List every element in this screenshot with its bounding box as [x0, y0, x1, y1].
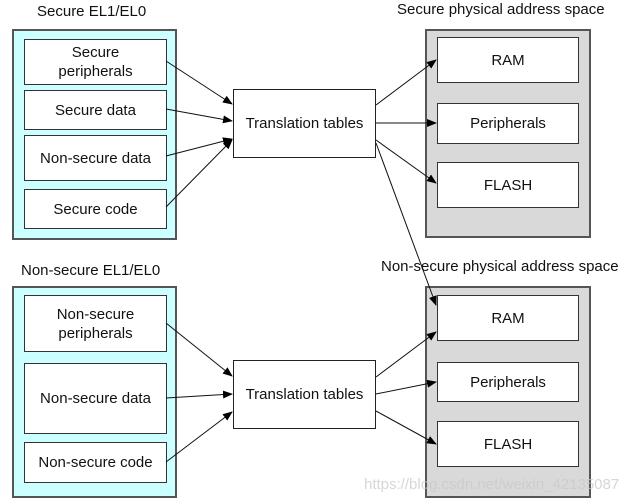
arrow-to-secure-ram	[375, 59, 437, 106]
arrows-layer	[165, 59, 437, 463]
arrow-nonsecure-peripherals	[165, 322, 233, 377]
arrow-secure-data	[165, 108, 233, 124]
arrow-to-nonsecure-flash	[375, 410, 437, 445]
arrow-nonsecure-code	[165, 411, 233, 463]
arrow-to-nonsecure-ram-cross	[375, 142, 437, 306]
watermark: https://blog.csdn.net/weixin_42135087	[364, 476, 620, 493]
arrow-nonsecure-data	[165, 390, 233, 399]
arrow-secure-peripherals	[165, 60, 233, 105]
arrow-to-nonsecure-ram	[375, 331, 437, 378]
arrow-nonsecure-data	[165, 137, 233, 157]
arrow-to-secure-flash	[375, 139, 437, 184]
arrow-secure-code	[165, 139, 233, 208]
arrow-to-nonsecure-peripherals	[375, 379, 437, 395]
